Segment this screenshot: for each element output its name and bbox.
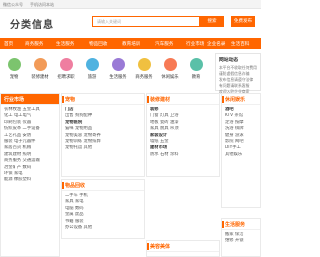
house-icon [33, 58, 47, 71]
category-business[interactable]: 商务服务 [132, 55, 156, 85]
plane-icon [85, 58, 99, 71]
renovation-panel: 装修建材 装修 门窗 灯具 卫浴 地板 瓷砖 油漆 家具 厨具 吊顶 家装设计 … [146, 93, 220, 177]
panel-title: 宠物 [65, 97, 76, 103]
search-button[interactable]: 搜索 [200, 16, 224, 27]
music-icon [163, 58, 177, 71]
list-item[interactable]: 能源 橡胶塑料 [4, 177, 56, 183]
nav-item[interactable]: 生活服务 [56, 41, 74, 47]
category-jobs[interactable]: 招聘求职 [54, 55, 78, 85]
briefcase-icon [59, 58, 73, 71]
wechat-link[interactable]: 微信公众号 [3, 2, 23, 8]
recycle-panel: 物品回收 二手车 手机 家具 家电 电脑 数码 金属 废品 书籍 服装 办公设备… [61, 179, 145, 239]
category-icons: 宠物 装修建材 招聘求职 旅游 生活服务 商务服务 休闲娱乐 教育 [0, 55, 212, 85]
post-button[interactable]: 免费发布 [231, 16, 255, 27]
category-pets[interactable]: 宠物 [2, 55, 26, 85]
panel-title: 休闲娱乐 [225, 97, 246, 103]
nav-item[interactable]: 商务服务 [25, 41, 43, 47]
panel-title: 生活服务 [225, 222, 246, 228]
panel-title: 装修建材 [150, 97, 171, 103]
category-leisure[interactable]: 休闲娱乐 [158, 55, 182, 85]
nav-item[interactable]: 行业市场 [186, 41, 204, 47]
site-logo[interactable]: 分类信息 [10, 16, 54, 31]
handshake-icon [137, 58, 151, 71]
life-panel: 生活服务 搬家 保洁 维修 开锁 [221, 218, 261, 257]
nav-item[interactable]: 企业名录 [207, 41, 225, 47]
list-item[interactable]: 其他娱乐 [225, 152, 257, 158]
paw-icon [7, 58, 21, 71]
category-travel[interactable]: 旅游 [80, 55, 104, 85]
panel-title: 美容美体 [150, 244, 171, 250]
notice-box: 网站动态 本平台不收取任何费用 谨防虚假信息诈骗 发布信息请遵守法律 有问题请联… [215, 53, 261, 94]
top-bar: 微信公众号 手机访问本站 [0, 0, 261, 9]
category-renovation[interactable]: 装修建材 [28, 55, 52, 85]
panel-title: 行业市场 [4, 97, 25, 103]
panel-title: 物品回收 [65, 183, 86, 189]
search-input[interactable]: 请输入关键词 [92, 16, 200, 27]
nav-item[interactable]: 生活百科 [231, 41, 249, 47]
list-item[interactable]: 宠物托运 其他 [65, 145, 141, 151]
category-education[interactable]: 教育 [184, 55, 208, 85]
notice-title: 网站动态 [219, 58, 239, 63]
list-item[interactable]: 维修 开锁 [225, 238, 257, 244]
nav-item[interactable]: 物品回收 [89, 41, 107, 47]
nav-item[interactable]: 教育培训 [122, 41, 140, 47]
list-item[interactable]: 防水 石材 涂料 [150, 152, 216, 158]
category-life[interactable]: 生活服务 [106, 55, 130, 85]
nav-item[interactable]: 汽车服务 [155, 41, 173, 47]
beauty-panel: 美容美体 [146, 240, 220, 257]
pets-panel: 宠物 门店 出售 狗狗配种 宠物医院 猫咪 宠物用品 宠物美容 宠物寄养 宠物训… [61, 93, 145, 177]
book-icon [189, 58, 203, 71]
industry-panel: 行业市场 农林牧渔 五金工具 化工 电工电气 印刷包装 仪器 纺织皮革 二手设备… [0, 93, 60, 257]
mobile-link[interactable]: 手机访问本站 [30, 2, 54, 8]
leisure-panel: 休闲娱乐 酒吧 KTV 茶馆 足浴 按摩 洗浴 棋牌 健身 游泳 影院 网吧 D… [221, 93, 261, 208]
service-icon [111, 58, 125, 71]
search-placeholder: 请输入关键词 [97, 19, 121, 24]
main-nav: 首页 商务服务 生活服务 物品回收 教育培训 汽车服务 行业市场 企业名录 生活… [0, 38, 261, 49]
nav-item[interactable]: 首页 [4, 41, 13, 47]
list-item[interactable]: 办公设备 其他 [65, 225, 141, 231]
